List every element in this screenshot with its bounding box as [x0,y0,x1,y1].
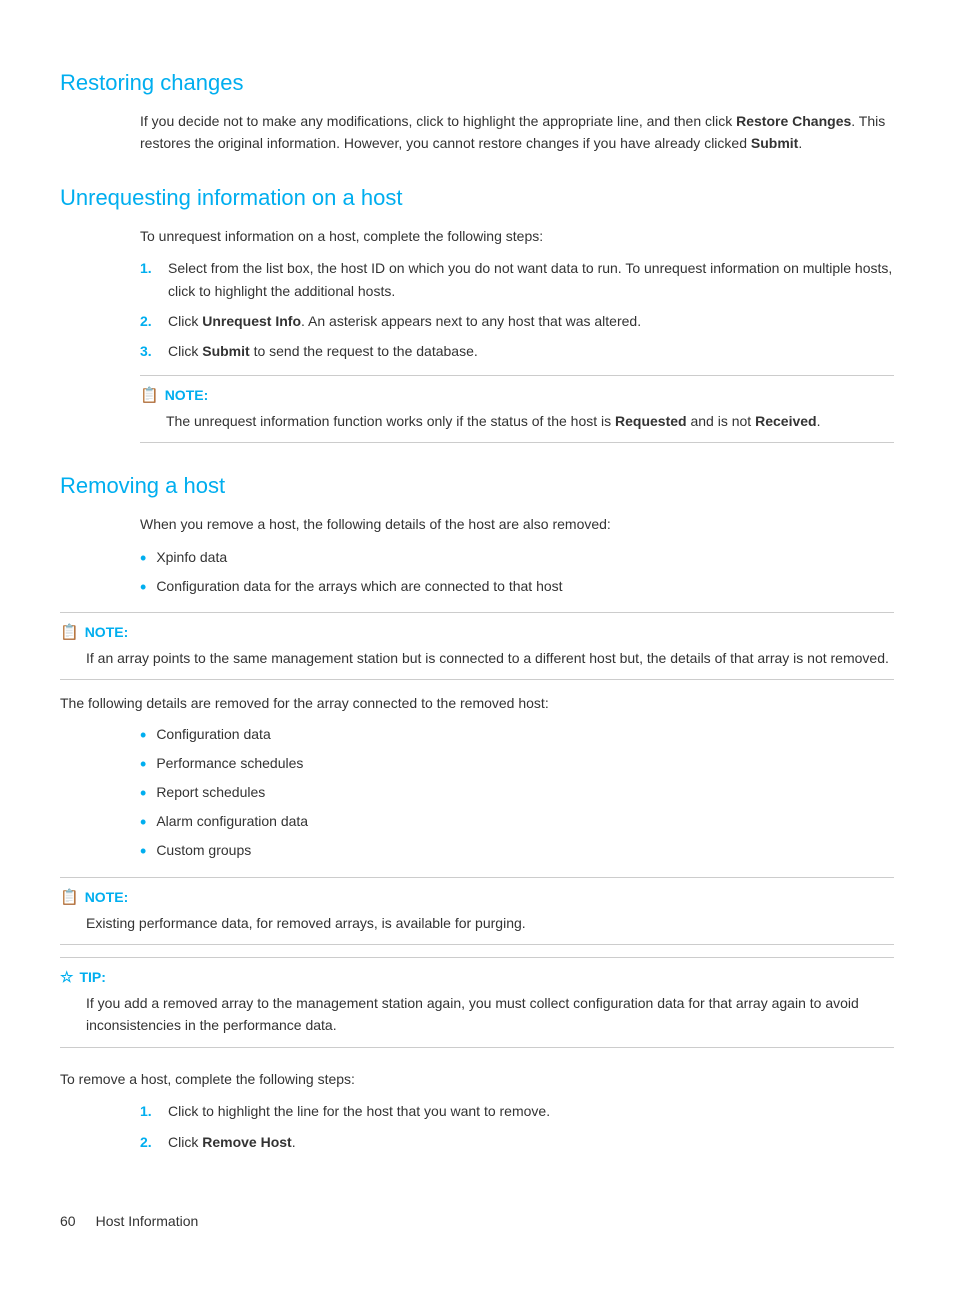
removing-tip-text: If you add a removed array to the manage… [86,995,859,1033]
bullet-dot-5: • [140,781,146,806]
removing-note-1-label: 📋 NOTE: [60,623,894,641]
step-text-1: Select from the list box, the host ID on… [168,257,894,302]
unrequesting-note-text-after: . [817,413,821,429]
removing-step-number-2: 2. [140,1131,168,1153]
unrequesting-intro: To unrequest information on a host, comp… [140,225,894,247]
unrequesting-step-1: 1. Select from the list box, the host ID… [140,257,894,302]
removing-step-1: 1. Click to highlight the line for the h… [140,1100,894,1122]
restore-changes-bold: Restore Changes [736,113,851,129]
unrequesting-section: Unrequesting information on a host To un… [60,185,894,443]
remove-host-bold: Remove Host [202,1134,291,1150]
page-footer: 60 Host Information [60,1213,894,1229]
bullet-text-7: Custom groups [156,839,251,861]
removing-host-title: Removing a host [60,473,894,499]
bullet-dot-1: • [140,546,146,571]
bullet-text-1: Xpinfo data [156,546,227,568]
submit-bold-2: Submit [202,343,249,359]
unrequesting-note-text-before: The unrequest information function works… [166,413,615,429]
restoring-changes-title: Restoring changes [60,70,894,96]
restoring-body-text1: If you decide not to make any modificati… [140,113,736,129]
page-number: 60 [60,1213,76,1229]
removing-host-section: Removing a host When you remove a host, … [60,473,894,1153]
removing-bullets-1: • Xpinfo data • Configuration data for t… [140,546,894,600]
unrequesting-note-label-text: NOTE: [165,387,209,403]
footer-section: Host Information [96,1213,199,1229]
bullet-item-1: • Xpinfo data [140,546,894,571]
removing-step-number-1: 1. [140,1100,168,1122]
removing-steps-intro: To remove a host, complete the following… [60,1068,894,1090]
removing-note-1-content: If an array points to the same managemen… [86,647,894,669]
restoring-changes-section: Restoring changes If you decide not to m… [60,70,894,155]
removing-note-2-content: Existing performance data, for removed a… [86,912,894,934]
submit-bold: Submit [751,135,798,151]
step-text-2: Click Unrequest Info. An asterisk appear… [168,310,894,332]
step-number-1: 1. [140,257,168,279]
bullet-item-4: • Performance schedules [140,752,894,777]
restoring-body-text3: . [798,135,802,151]
bullet-item-3: • Configuration data [140,723,894,748]
removing-tip-label: ☆ TIP: [60,968,894,986]
bullet-text-6: Alarm configuration data [156,810,308,832]
unrequesting-note: 📋 NOTE: The unrequest information functi… [140,375,894,443]
removing-note-1-text: If an array points to the same managemen… [86,650,889,666]
removing-note-2-text: Existing performance data, for removed a… [86,915,526,931]
note-icon-3: 📋 [60,888,79,906]
removing-step-text-2: Click Remove Host. [168,1131,894,1153]
bullet-item-2: • Configuration data for the arrays whic… [140,575,894,600]
unrequesting-note-label: 📋 NOTE: [140,386,894,404]
removing-tip: ☆ TIP: If you add a removed array to the… [60,957,894,1048]
bullet-text-3: Configuration data [156,723,270,745]
bullet-text-2: Configuration data for the arrays which … [156,575,562,597]
bullet-dot-4: • [140,752,146,777]
bullet-text-5: Report schedules [156,781,265,803]
step-number-3: 3. [140,340,168,362]
received-bold: Received [755,413,816,429]
removing-host-intro: When you remove a host, the following de… [140,513,894,535]
unrequesting-step-2: 2. Click Unrequest Info. An asterisk app… [140,310,894,332]
removing-step-text-1: Click to highlight the line for the host… [168,1100,894,1122]
unrequesting-steps: 1. Select from the list box, the host ID… [140,257,894,363]
removing-step-2: 2. Click Remove Host. [140,1131,894,1153]
bullet-dot-7: • [140,839,146,864]
tip-icon: ☆ [60,968,73,986]
unrequesting-note-content: The unrequest information function works… [166,410,894,432]
note-icon-1: 📋 [140,386,159,404]
bullet-item-5: • Report schedules [140,781,894,806]
bullet-dot-2: • [140,575,146,600]
removing-note-1-label-text: NOTE: [85,624,129,640]
bullet-item-6: • Alarm configuration data [140,810,894,835]
step-number-2: 2. [140,310,168,332]
unrequest-info-bold: Unrequest Info [202,313,301,329]
removing-note-2: 📋 NOTE: Existing performance data, for r… [60,877,894,945]
bullet-dot-6: • [140,810,146,835]
bullet-text-4: Performance schedules [156,752,303,774]
removing-note-1: 📋 NOTE: If an array points to the same m… [60,612,894,680]
bullet-item-7: • Custom groups [140,839,894,864]
step-text-3: Click Submit to send the request to the … [168,340,894,362]
removing-tip-content: If you add a removed array to the manage… [86,992,894,1037]
note-icon-2: 📋 [60,623,79,641]
removing-tip-label-text: TIP: [79,969,105,985]
unrequesting-note-text-middle: and is not [687,413,756,429]
requested-bold: Requested [615,413,687,429]
removing-note-2-label: 📋 NOTE: [60,888,894,906]
removing-steps: 1. Click to highlight the line for the h… [140,1100,894,1153]
restoring-changes-body: If you decide not to make any modificati… [140,110,894,155]
removing-note-2-label-text: NOTE: [85,889,129,905]
unrequesting-step-3: 3. Click Submit to send the request to t… [140,340,894,362]
bullet-dot-3: • [140,723,146,748]
removing-bullets-2: • Configuration data • Performance sched… [140,723,894,865]
unrequesting-title: Unrequesting information on a host [60,185,894,211]
removing-details-intro: The following details are removed for th… [60,692,894,714]
